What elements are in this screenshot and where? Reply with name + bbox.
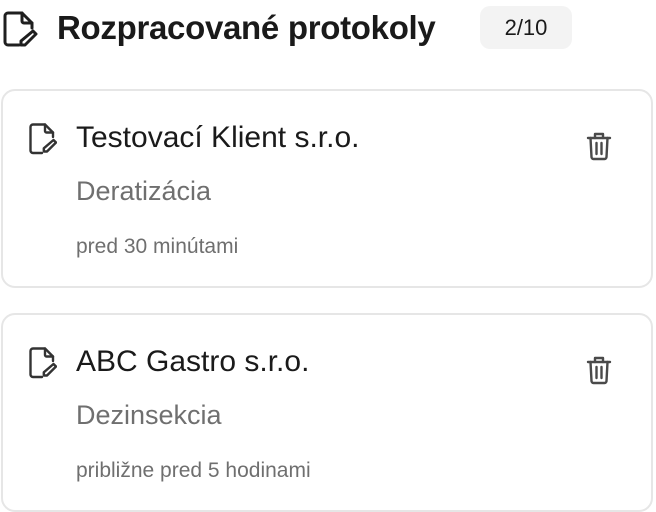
trash-icon: [586, 131, 612, 161]
count-badge: 2/10: [480, 6, 572, 49]
client-name: ABC Gastro s.r.o.: [76, 345, 310, 378]
relative-time: pred 30 minútami: [76, 235, 239, 258]
relative-time: približne pred 5 hodinami: [76, 459, 311, 482]
service-type: Deratizácia: [76, 176, 212, 206]
protocol-card[interactable]: Testovací Klient s.r.o. Deratizácia pred…: [1, 89, 653, 288]
delete-button[interactable]: [581, 127, 617, 165]
page-header: Rozpracované protokoly 2/10: [0, 0, 656, 56]
protocol-card[interactable]: ABC Gastro s.r.o. Dezinsekcia približne …: [1, 313, 653, 512]
page-title: Rozpracované protokoly: [57, 9, 436, 46]
document-edit-icon: [29, 123, 57, 155]
trash-icon: [586, 355, 612, 385]
service-type: Dezinsekcia: [76, 400, 222, 430]
client-name: Testovací Klient s.r.o.: [76, 121, 360, 154]
document-edit-icon: [2, 10, 38, 48]
document-edit-icon: [29, 347, 57, 379]
delete-button[interactable]: [581, 351, 617, 389]
